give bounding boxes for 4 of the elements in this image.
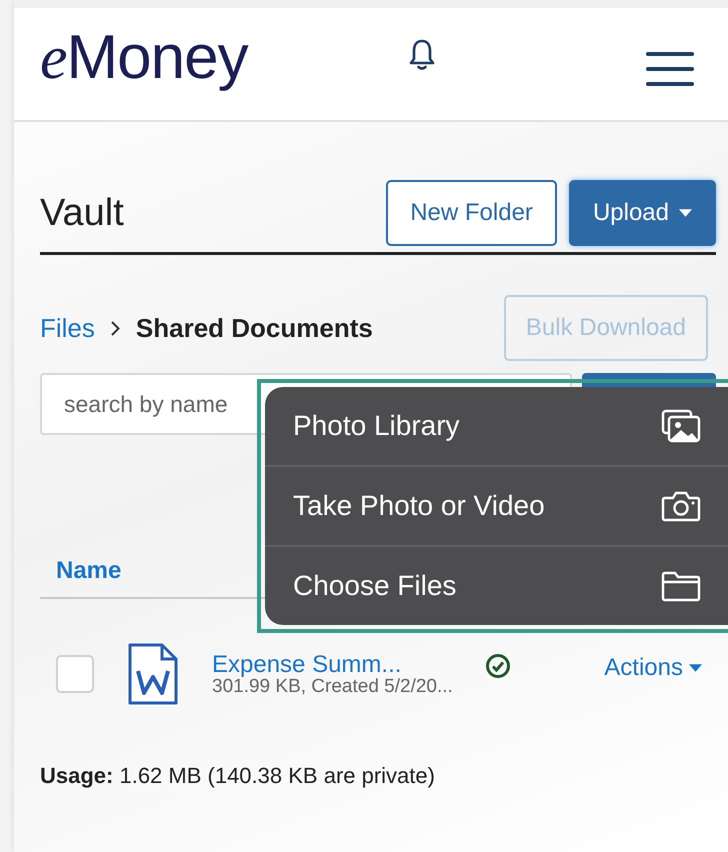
breadcrumb-current: Shared Documents <box>136 312 373 344</box>
file-details: 301.99 KB, Created 5/2/20... <box>212 676 453 696</box>
page-title: Vault <box>40 192 124 234</box>
usage-text: Usage: 1.62 MB (140.38 KB are private) <box>40 763 436 789</box>
